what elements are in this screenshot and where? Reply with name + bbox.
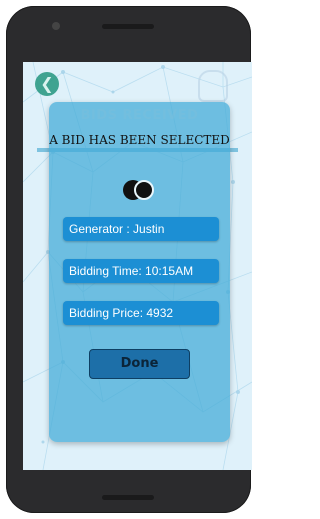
front-camera <box>52 22 60 30</box>
app-screen: ❮ BIDS RECEIVED A BID HAS BEEN SELECTED … <box>23 62 252 470</box>
toggle-icon[interactable] <box>123 180 155 200</box>
bid-selected-dialog: BIDS RECEIVED A BID HAS BEEN SELECTED Ge… <box>49 102 230 442</box>
bottom-speaker <box>102 495 154 500</box>
back-arrow-icon[interactable]: ❮ <box>35 72 59 96</box>
profile-icon[interactable] <box>198 70 228 102</box>
dialog-heading: A BID HAS BEEN SELECTED <box>49 132 230 148</box>
earpiece <box>102 24 154 29</box>
background-page-title: BIDS RECEIVED <box>80 108 199 123</box>
dialog-heading-text: A BID HAS BEEN SELECTED <box>49 133 230 147</box>
phone-frame: ❮ BIDS RECEIVED A BID HAS BEEN SELECTED … <box>6 6 252 513</box>
generator-field: Generator : Justin <box>63 217 219 241</box>
done-button[interactable]: Done <box>89 349 190 379</box>
toggle-right-circle <box>134 180 154 200</box>
bidding-price-field: Bidding Price: 4932 <box>63 301 219 325</box>
bidding-time-field: Bidding Time: 10:15AM <box>63 259 219 283</box>
